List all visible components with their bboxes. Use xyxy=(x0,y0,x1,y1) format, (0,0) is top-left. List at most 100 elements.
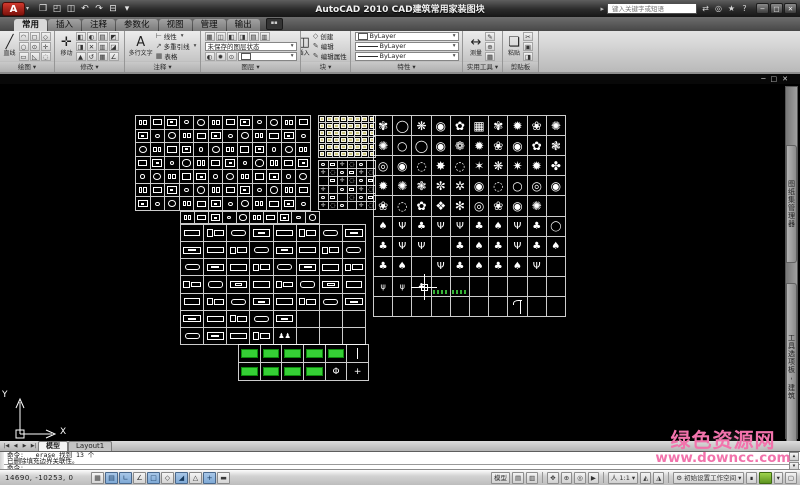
block-cell[interactable] xyxy=(340,151,347,158)
block-cell[interactable]: Ψ xyxy=(451,217,470,237)
block-cell[interactable] xyxy=(223,184,238,198)
lineweight-toggle[interactable]: ▬ xyxy=(217,472,230,484)
block-cell[interactable] xyxy=(319,194,329,202)
palette-tab-tool-palettes[interactable]: 工具选项板 - 建筑 xyxy=(786,283,797,451)
block-cell[interactable] xyxy=(374,297,393,317)
绘图-tools-tool-icon-4[interactable]: ⊙ xyxy=(30,42,40,51)
block-cell[interactable]: ✛ xyxy=(357,169,367,177)
block-cell[interactable]: ◉ xyxy=(547,176,566,196)
row-button-编辑[interactable]: ✎编辑 xyxy=(313,42,350,51)
修改-tools-tool-icon-6[interactable]: ▤ xyxy=(98,32,108,41)
绘图-tools-tool-icon-8[interactable]: ◌ xyxy=(41,52,51,61)
block-cell[interactable] xyxy=(319,130,326,137)
block-cell[interactable] xyxy=(181,276,204,293)
block-cell[interactable]: ❀ xyxy=(489,136,508,156)
block-cell[interactable] xyxy=(326,151,333,158)
block-cell[interactable]: ◌ xyxy=(348,194,358,202)
block-cell[interactable]: ♠ xyxy=(470,257,489,277)
block-cell[interactable] xyxy=(348,123,355,130)
block-cell[interactable]: ✿ xyxy=(451,116,470,136)
block-cell[interactable] xyxy=(250,311,273,328)
restore-button[interactable]: □ xyxy=(770,3,783,14)
block-cell[interactable] xyxy=(253,143,268,157)
block-cell[interactable] xyxy=(278,212,292,224)
block-cell[interactable] xyxy=(261,345,283,363)
block-cell[interactable]: ✺ xyxy=(374,136,393,156)
block-cell[interactable] xyxy=(297,328,320,345)
communication-center-icon[interactable]: ◎ xyxy=(713,4,724,13)
block-cell[interactable] xyxy=(194,143,209,157)
block-cell[interactable] xyxy=(250,225,273,242)
block-cell[interactable]: ✸ xyxy=(432,156,451,176)
block-cell[interactable] xyxy=(238,116,253,130)
block-cell[interactable] xyxy=(340,116,347,123)
layer-tool-icon-0[interactable]: ▦ xyxy=(205,32,215,41)
block-cell[interactable] xyxy=(274,294,297,311)
block-cell[interactable]: Ψ xyxy=(528,257,547,277)
剪贴板-tools-tool-icon-1[interactable]: ▣ xyxy=(523,42,533,51)
tray-status-icon[interactable] xyxy=(759,472,772,484)
block-cell[interactable]: ♠ xyxy=(489,217,508,237)
block-cell[interactable] xyxy=(355,144,362,151)
search-arrow-icon[interactable]: ▸ xyxy=(600,5,604,13)
panel-label-块[interactable]: 块 ▾ xyxy=(301,61,350,72)
block-cell[interactable] xyxy=(253,157,268,171)
block-cell[interactable] xyxy=(343,328,366,345)
block-cell[interactable]: ♠ xyxy=(374,217,393,237)
block-cell[interactable] xyxy=(136,130,151,144)
layer-color-dropdown[interactable]: ▾ xyxy=(238,52,297,61)
row-button-表格[interactable]: ▦表格 xyxy=(156,52,197,61)
block-cell[interactable] xyxy=(204,225,227,242)
palette-tab-sheet-set-manager[interactable]: 图纸集管理器 xyxy=(786,145,797,263)
block-cell[interactable]: ✛ xyxy=(319,202,329,210)
tray-dropdown-icon[interactable]: ▾ xyxy=(774,472,783,484)
block-cell[interactable] xyxy=(204,276,227,293)
block-cell[interactable]: Ψ xyxy=(508,217,527,237)
ortho-toggle[interactable]: ∟ xyxy=(119,472,132,484)
修改-tools-tool-icon-1[interactable]: ◨ xyxy=(76,42,86,51)
block-cell[interactable]: ✺ xyxy=(528,196,547,216)
block-cell[interactable]: ❖ xyxy=(432,196,451,216)
layer-state-icon-0[interactable]: ◐ xyxy=(205,52,215,61)
block-cell[interactable] xyxy=(267,184,282,198)
block-cell[interactable] xyxy=(319,144,326,151)
block-cell[interactable]: ✺ xyxy=(547,116,566,136)
block-cell[interactable]: ✛ xyxy=(338,177,348,185)
block-cell[interactable] xyxy=(412,257,431,277)
block-cell[interactable] xyxy=(250,212,264,224)
block-cell[interactable] xyxy=(348,144,355,151)
block-cell[interactable]: ◌ xyxy=(451,156,470,176)
block-cell[interactable] xyxy=(355,116,362,123)
ducs-toggle[interactable]: △ xyxy=(189,472,202,484)
block-cell[interactable]: ♣ xyxy=(451,237,470,257)
block-cell[interactable]: ψ xyxy=(374,277,393,297)
layout-nav-button-3[interactable]: ▶| xyxy=(29,442,38,451)
property-dropdown-1[interactable]: ByLayer▾ xyxy=(355,42,459,51)
polar-toggle[interactable]: ∠ xyxy=(133,472,146,484)
block-cell[interactable]: ◌ xyxy=(348,161,358,169)
layout-nav-button-2[interactable]: ▶ xyxy=(20,442,29,451)
layer-tool-icon-4[interactable]: ▤ xyxy=(249,32,259,41)
block-cell[interactable] xyxy=(267,130,282,144)
block-cell[interactable]: ♟♟ xyxy=(274,328,297,345)
block-cell[interactable]: ✺ xyxy=(393,176,412,196)
ribbon-tab-常用[interactable]: 常用 xyxy=(14,19,47,31)
block-cell[interactable] xyxy=(508,277,527,297)
otrack-toggle[interactable]: ◢ xyxy=(175,472,188,484)
row-button-线性[interactable]: ⊢线性▾ xyxy=(156,32,197,41)
ribbon-tab-视图[interactable]: 视图 xyxy=(159,19,192,31)
search-input[interactable] xyxy=(610,4,694,14)
block-cell[interactable] xyxy=(489,277,508,297)
block-cell[interactable] xyxy=(238,184,253,198)
block-cell[interactable] xyxy=(297,242,320,259)
block-cell[interactable] xyxy=(151,116,166,130)
block-cell[interactable] xyxy=(282,363,304,381)
block-cell[interactable] xyxy=(165,157,180,171)
block-cell[interactable] xyxy=(343,259,366,276)
block-cell[interactable] xyxy=(362,116,369,123)
block-cell[interactable]: Ψ xyxy=(412,237,431,257)
block-cell[interactable] xyxy=(333,123,340,130)
block-cell[interactable]: ♠ xyxy=(508,257,527,277)
block-cell[interactable] xyxy=(267,170,282,184)
block-cell[interactable] xyxy=(274,276,297,293)
